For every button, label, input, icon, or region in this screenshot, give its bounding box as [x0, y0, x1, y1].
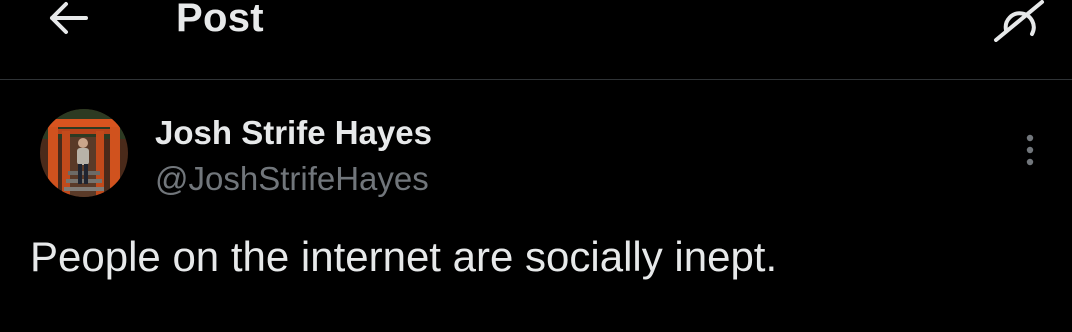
- more-vertical-icon: [1026, 134, 1034, 166]
- grok-button[interactable]: [992, 0, 1048, 42]
- author-name[interactable]: Josh Strife Hayes: [155, 113, 432, 153]
- author-handle[interactable]: @JoshStrifeHayes: [155, 159, 429, 199]
- page-title: Post: [176, 0, 264, 40]
- top-bar: Post: [0, 0, 1072, 80]
- arrow-left-icon: [50, 2, 88, 34]
- post-text: People on the internet are socially inep…: [30, 233, 778, 280]
- avatar-photo: [40, 109, 128, 197]
- grok-icon: [994, 0, 1044, 42]
- post: Josh Strife Hayes @JoshStrifeHayes Peopl…: [0, 81, 1072, 332]
- avatar[interactable]: [40, 109, 128, 197]
- back-button[interactable]: [44, 0, 92, 36]
- more-options-button[interactable]: [1012, 131, 1048, 171]
